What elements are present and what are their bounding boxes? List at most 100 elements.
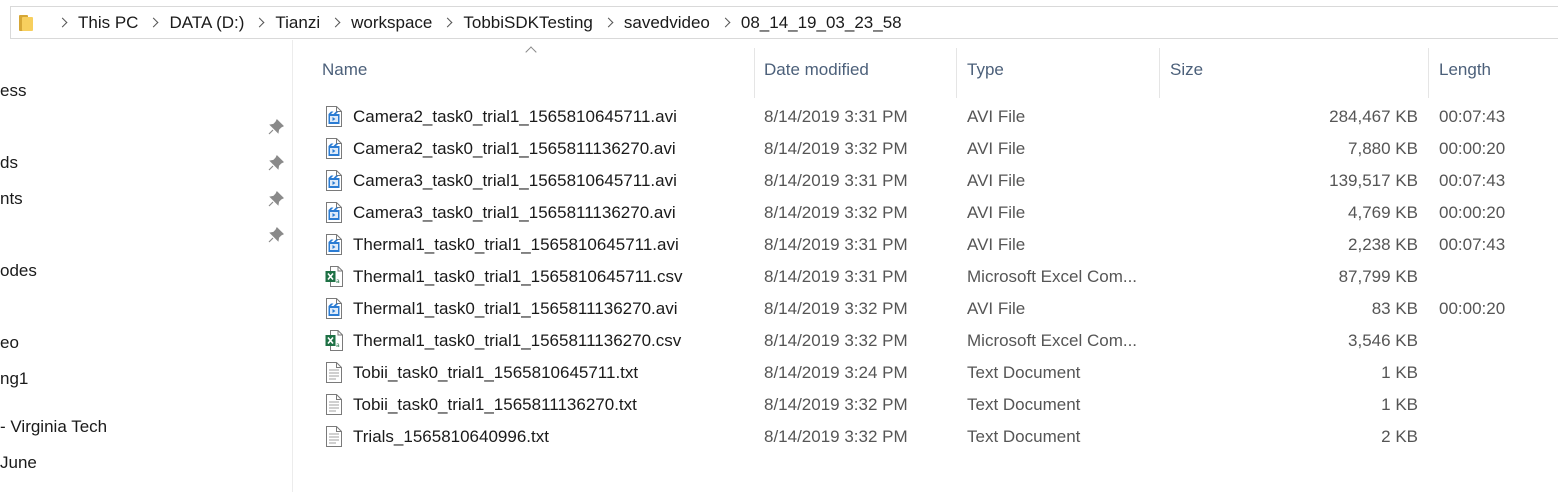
file-row[interactable]: Camera2_task0_trial1_1565811136270.avi 8/…	[294, 133, 1558, 165]
nav-item-june[interactable]: June	[0, 453, 37, 473]
file-length: 00:00:20	[1439, 203, 1506, 222]
folder-icon	[19, 14, 37, 31]
breadcrumb-current-folder[interactable]: 08_14_19_03_23_58	[741, 13, 902, 33]
file-type: AVI File	[967, 203, 1026, 222]
pin-icon[interactable]	[268, 227, 284, 243]
file-date-modified: 8/14/2019 3:31 PM	[764, 171, 908, 190]
file-date-modified: 8/14/2019 3:31 PM	[764, 267, 908, 286]
file-size: 4,769 KB	[1348, 203, 1418, 222]
file-size: 83 KB	[1371, 299, 1418, 318]
file-row[interactable]: Camera2_task0_trial1_1565810645711.avi 8/…	[294, 101, 1558, 133]
file-name: Camera2_task0_trial1_1565810645711.avi	[353, 107, 677, 126]
column-header-size[interactable]: Size	[1170, 60, 1203, 80]
file-date-modified: 8/14/2019 3:32 PM	[764, 395, 908, 414]
column-divider[interactable]	[1159, 48, 1160, 98]
file-length: 00:07:43	[1439, 107, 1506, 126]
file-date-modified: 8/14/2019 3:31 PM	[764, 235, 908, 254]
svg-text:a: a	[336, 278, 340, 285]
nav-item-codes[interactable]: odes	[0, 261, 37, 281]
file-date-modified: 8/14/2019 3:32 PM	[764, 427, 908, 446]
file-size: 1 KB	[1381, 363, 1418, 382]
nav-item-documents[interactable]: nts	[0, 189, 23, 209]
breadcrumb-workspace[interactable]: workspace	[351, 13, 432, 33]
file-type: Microsoft Excel Com...	[967, 331, 1138, 350]
file-length: 00:07:43	[1439, 171, 1506, 190]
chevron-right-icon[interactable]	[254, 17, 265, 28]
sort-ascending-icon	[525, 46, 537, 58]
file-size: 87,799 KB	[1338, 267, 1418, 286]
file-length: 00:00:20	[1439, 139, 1506, 158]
nav-item-video[interactable]: eo	[0, 333, 19, 353]
file-date-modified: 8/14/2019 3:32 PM	[764, 139, 908, 158]
file-size: 1 KB	[1381, 395, 1418, 414]
chevron-right-icon[interactable]	[330, 17, 341, 28]
file-row[interactable]: Thermal1_task0_trial1_1565810645711.avi 8…	[294, 229, 1558, 261]
file-row[interactable]: a Thermal1_task0_trial1_1565810645711.csv…	[294, 261, 1558, 293]
nav-item-quick-access[interactable]: ess	[0, 81, 26, 101]
file-name: Thermal1_task0_trial1_1565810645711.avi	[353, 235, 679, 254]
breadcrumb-this-pc[interactable]: This PC	[78, 13, 138, 33]
column-divider[interactable]	[1428, 48, 1429, 98]
file-name: Thermal1_task0_trial1_1565810645711.csv	[353, 267, 683, 286]
pin-icon[interactable]	[268, 119, 284, 135]
column-header-name[interactable]: Name	[322, 60, 367, 80]
file-size: 7,880 KB	[1348, 139, 1418, 158]
nav-item-downloads[interactable]: ds	[0, 153, 18, 173]
file-date-modified: 8/14/2019 3:32 PM	[764, 203, 908, 222]
navigation-pane: ess ds nts odes eo ng1 - Virginia Tech J…	[0, 40, 293, 492]
file-date-modified: 8/14/2019 3:24 PM	[764, 363, 908, 382]
chevron-right-icon[interactable]	[57, 17, 68, 28]
file-length: 00:07:43	[1439, 235, 1506, 254]
file-type: Text Document	[967, 363, 1081, 382]
file-size: 2,238 KB	[1348, 235, 1418, 254]
column-header-date-modified[interactable]: Date modified	[764, 60, 869, 80]
file-type: Microsoft Excel Com...	[967, 267, 1138, 286]
file-size: 139,517 KB	[1329, 171, 1418, 190]
file-type: AVI File	[967, 171, 1026, 190]
file-row[interactable]: Camera3_task0_trial1_1565810645711.avi 8/…	[294, 165, 1558, 197]
file-length: 00:00:20	[1439, 299, 1506, 318]
column-divider[interactable]	[754, 48, 755, 98]
file-date-modified: 8/14/2019 3:32 PM	[764, 331, 908, 350]
breadcrumb-data-drive[interactable]: DATA (D:)	[169, 13, 244, 33]
file-name: Tobii_task0_trial1_1565810645711.txt	[353, 363, 639, 382]
file-row[interactable]: Tobii_task0_trial1_1565810645711.txt 8/14…	[294, 357, 1558, 389]
column-header-length[interactable]: Length	[1439, 60, 1491, 80]
file-name: Thermal1_task0_trial1_1565811136270.csv	[353, 331, 682, 350]
file-name: Thermal1_task0_trial1_1565811136270.avi	[353, 299, 678, 318]
chevron-right-icon[interactable]	[149, 17, 159, 28]
file-list: Name Date modified Type Size Length Came…	[294, 40, 1558, 492]
breadcrumb-tianzi[interactable]: Tianzi	[275, 13, 320, 33]
file-size: 284,467 KB	[1329, 107, 1418, 126]
file-row[interactable]: a Thermal1_task0_trial1_1565811136270.csv…	[294, 325, 1558, 357]
column-divider[interactable]	[956, 48, 957, 98]
column-header-type[interactable]: Type	[967, 60, 1004, 80]
file-name: Camera2_task0_trial1_1565811136270.avi	[353, 139, 676, 158]
file-name: Trials_1565810640996.txt	[353, 427, 549, 446]
file-row[interactable]: Tobii_task0_trial1_1565811136270.txt 8/14…	[294, 389, 1558, 421]
pin-icon[interactable]	[268, 155, 284, 171]
svg-text:a: a	[336, 342, 340, 349]
file-row[interactable]: Thermal1_task0_trial1_1565811136270.avi 8…	[294, 293, 1558, 325]
breadcrumb-savedvideo[interactable]: savedvideo	[624, 13, 710, 33]
nav-item-testing1[interactable]: ng1	[0, 369, 28, 389]
file-date-modified: 8/14/2019 3:32 PM	[764, 299, 908, 318]
file-type: Text Document	[967, 427, 1081, 446]
file-row[interactable]: Trials_1565810640996.txt 8/14/2019 3:32 P…	[294, 421, 1558, 453]
file-type: AVI File	[967, 107, 1026, 126]
chevron-right-icon[interactable]	[442, 17, 453, 28]
file-name: Tobii_task0_trial1_1565811136270.txt	[353, 395, 637, 414]
chevron-right-icon[interactable]	[720, 17, 731, 28]
file-row[interactable]: Camera3_task0_trial1_1565811136270.avi 8/…	[294, 197, 1558, 229]
file-type: AVI File	[967, 139, 1026, 158]
file-date-modified: 8/14/2019 3:31 PM	[764, 107, 908, 126]
file-type: AVI File	[967, 235, 1026, 254]
file-name: Camera3_task0_trial1_1565811136270.avi	[353, 203, 676, 222]
file-name: Camera3_task0_trial1_1565810645711.avi	[353, 171, 677, 190]
breadcrumb-tobbisdktesting[interactable]: TobbiSDKTesting	[463, 13, 592, 33]
chevron-right-icon[interactable]	[603, 17, 614, 28]
file-type: Text Document	[967, 395, 1081, 414]
nav-item-virginia-tech[interactable]: - Virginia Tech	[0, 417, 107, 437]
address-bar[interactable]: This PC DATA (D:) Tianzi workspace Tobbi…	[10, 6, 1558, 39]
pin-icon[interactable]	[268, 191, 284, 207]
